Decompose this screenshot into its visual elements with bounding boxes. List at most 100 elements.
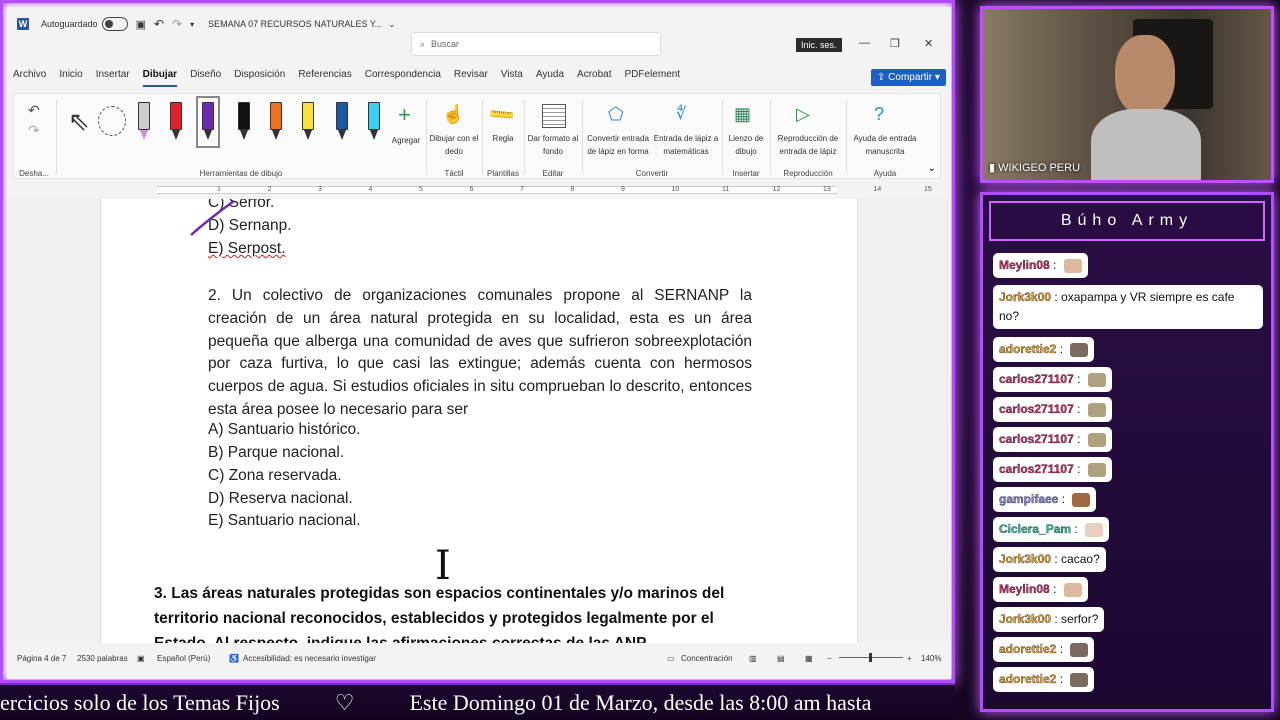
undo-icon[interactable]: ↶: [154, 17, 164, 31]
chat-username[interactable]: carlos271107: [999, 432, 1074, 446]
ink-to-math-button[interactable]: Entrada de lápiz a matemáticas: [652, 132, 720, 158]
save-icon[interactable]: ▣: [136, 18, 146, 31]
select-arrow-icon[interactable]: ⇖: [68, 106, 90, 137]
tab-correspondencia[interactable]: Correspondencia: [365, 69, 441, 87]
tab-diseno[interactable]: Diseño: [190, 69, 221, 87]
chat-username[interactable]: Jork3k00: [999, 552, 1051, 566]
chat-username[interactable]: carlos271107: [999, 372, 1074, 386]
ink-to-shape-icon[interactable]: ⬠: [608, 104, 632, 128]
chat-username[interactable]: Jork3k00: [999, 612, 1051, 626]
chevron-down-icon[interactable]: ⌄: [388, 19, 396, 30]
focus-button[interactable]: Concentración: [681, 654, 733, 663]
document-canvas[interactable]: C) Serfor. D) Sernanp. E) Serpost. 2. Un…: [7, 199, 951, 643]
tab-ayuda[interactable]: Ayuda: [536, 69, 564, 87]
draw-finger-button[interactable]: Dibujar con el dedo: [428, 132, 480, 158]
tab-dibujar[interactable]: Dibujar: [142, 69, 178, 87]
pen-orange-icon[interactable]: [270, 102, 282, 142]
language-status[interactable]: Español (Perú): [157, 654, 210, 663]
search-input[interactable]: ⌕ Buscar: [411, 32, 661, 56]
ruler-icon[interactable]: 📏: [487, 99, 521, 133]
ruler-number: 8: [570, 186, 575, 193]
ink-to-shape-button[interactable]: Convertir entrada de lápiz en forma: [584, 132, 652, 158]
tab-insertar[interactable]: Insertar: [96, 69, 130, 87]
pen-blue-icon[interactable]: [336, 102, 348, 142]
web-layout-icon[interactable]: ▦: [805, 654, 813, 663]
background-format-icon[interactable]: [542, 104, 566, 128]
ink-replay-button[interactable]: Reproducción de entrada de lápiz: [772, 132, 844, 158]
add-pen-label[interactable]: Agregar: [390, 134, 422, 147]
zoom-slider-thumb[interactable]: [869, 653, 872, 662]
close-icon[interactable]: ✕: [924, 37, 933, 50]
word-count[interactable]: 2530 palabras: [77, 654, 128, 663]
redo-icon[interactable]: ↷: [172, 17, 182, 31]
chat-text: :: [1049, 582, 1060, 596]
chat-username[interactable]: gampifaee: [999, 492, 1059, 506]
pen-black-icon[interactable]: [238, 102, 250, 142]
highlighter-cyan-icon[interactable]: [368, 102, 380, 142]
chat-username[interactable]: Meylin08: [999, 258, 1050, 272]
chat-username[interactable]: adorettie2: [999, 342, 1057, 356]
zoom-in-icon[interactable]: +: [907, 654, 912, 663]
chat-text: :: [1071, 522, 1082, 536]
chat-text: :: [1056, 642, 1067, 656]
autosave-toggle[interactable]: [101, 17, 128, 31]
document-page[interactable]: C) Serfor. D) Sernanp. E) Serpost. 2. Un…: [100, 199, 858, 643]
chat-username[interactable]: Meylin08: [999, 582, 1050, 596]
tab-revisar[interactable]: Revisar: [454, 69, 488, 87]
read-mode-icon[interactable]: ▥: [749, 654, 757, 663]
tab-vista[interactable]: Vista: [501, 69, 523, 87]
chevron-down-icon[interactable]: ⌄: [928, 163, 936, 174]
draw-finger-icon[interactable]: ☝: [442, 104, 466, 128]
ink-replay-icon[interactable]: ▷: [796, 104, 820, 128]
eraser-icon[interactable]: [138, 102, 150, 142]
redo-icon[interactable]: ↷: [28, 122, 40, 139]
autosave-label: Autoguardado: [41, 19, 98, 29]
emote-cat-icon: [1070, 342, 1089, 357]
page-count[interactable]: Página 4 de 7: [17, 654, 66, 663]
ink-help-button[interactable]: Ayuda de entrada manuscrita: [848, 132, 922, 158]
webcam-label-text: WIKIGEO PERU: [998, 162, 1081, 174]
streamer-face: [1115, 35, 1175, 115]
zoom-level[interactable]: 140%: [921, 654, 941, 663]
tab-referencias[interactable]: Referencias: [298, 69, 351, 87]
restore-icon[interactable]: ❐: [890, 37, 900, 50]
proofing-icon[interactable]: ▣: [137, 654, 145, 663]
ink-help-icon[interactable]: ?: [874, 104, 898, 128]
highlighter-yellow-icon[interactable]: [302, 102, 314, 142]
minimize-icon[interactable]: —: [859, 37, 870, 49]
chat-username[interactable]: carlos271107: [999, 462, 1074, 476]
chat-username[interactable]: adorettie2: [999, 672, 1057, 686]
customize-qat-icon[interactable]: ▾: [190, 20, 194, 29]
background-format-button[interactable]: Dar formato al fondo: [526, 132, 580, 158]
lasso-select-icon[interactable]: [98, 106, 126, 136]
ink-to-math-icon[interactable]: ∜: [676, 104, 700, 128]
undo-icon[interactable]: ↶: [28, 102, 40, 119]
drawing-canvas-button[interactable]: Lienzo de dibujo: [724, 132, 768, 158]
ruler-button[interactable]: Regla: [484, 132, 522, 145]
chat-username[interactable]: carlos271107: [999, 402, 1074, 416]
tab-inicio[interactable]: Inicio: [59, 69, 82, 87]
chat-username[interactable]: adorettie2: [999, 642, 1057, 656]
drawing-canvas-icon[interactable]: ▦: [734, 104, 758, 128]
chat-message: Meylin08 :: [993, 577, 1088, 602]
chat-username[interactable]: Ciclera_Pam: [999, 522, 1071, 536]
accessibility-status[interactable]: Accesibilidad: es necesario investigar: [243, 654, 376, 663]
print-layout-icon[interactable]: ▤: [777, 654, 785, 663]
emote-face-icon: [1063, 258, 1082, 273]
add-pen-icon[interactable]: +: [398, 102, 411, 128]
ruler-number: 12: [772, 186, 781, 193]
document-title[interactable]: SEMANA 07 RECURSOS NATURALES Y...: [208, 19, 382, 29]
signin-button[interactable]: Inic. ses.: [796, 38, 842, 52]
pen-purple-icon[interactable]: [196, 96, 220, 148]
tab-disposicion[interactable]: Disposición: [234, 69, 285, 87]
tab-acrobat[interactable]: Acrobat: [577, 69, 611, 87]
tab-archivo[interactable]: Archivo: [13, 69, 46, 87]
chat-username[interactable]: Jork3k00: [999, 290, 1051, 304]
share-button[interactable]: ⇪ Compartir ▾: [871, 69, 946, 86]
ruler-number: 4: [368, 186, 373, 193]
pen-red-icon[interactable]: [170, 102, 182, 142]
tab-pdfelement[interactable]: PDFelement: [625, 69, 681, 87]
chat-message: adorettie2 :: [993, 337, 1095, 362]
zoom-out-icon[interactable]: −: [827, 654, 832, 663]
chat-text: :: [1073, 372, 1084, 386]
